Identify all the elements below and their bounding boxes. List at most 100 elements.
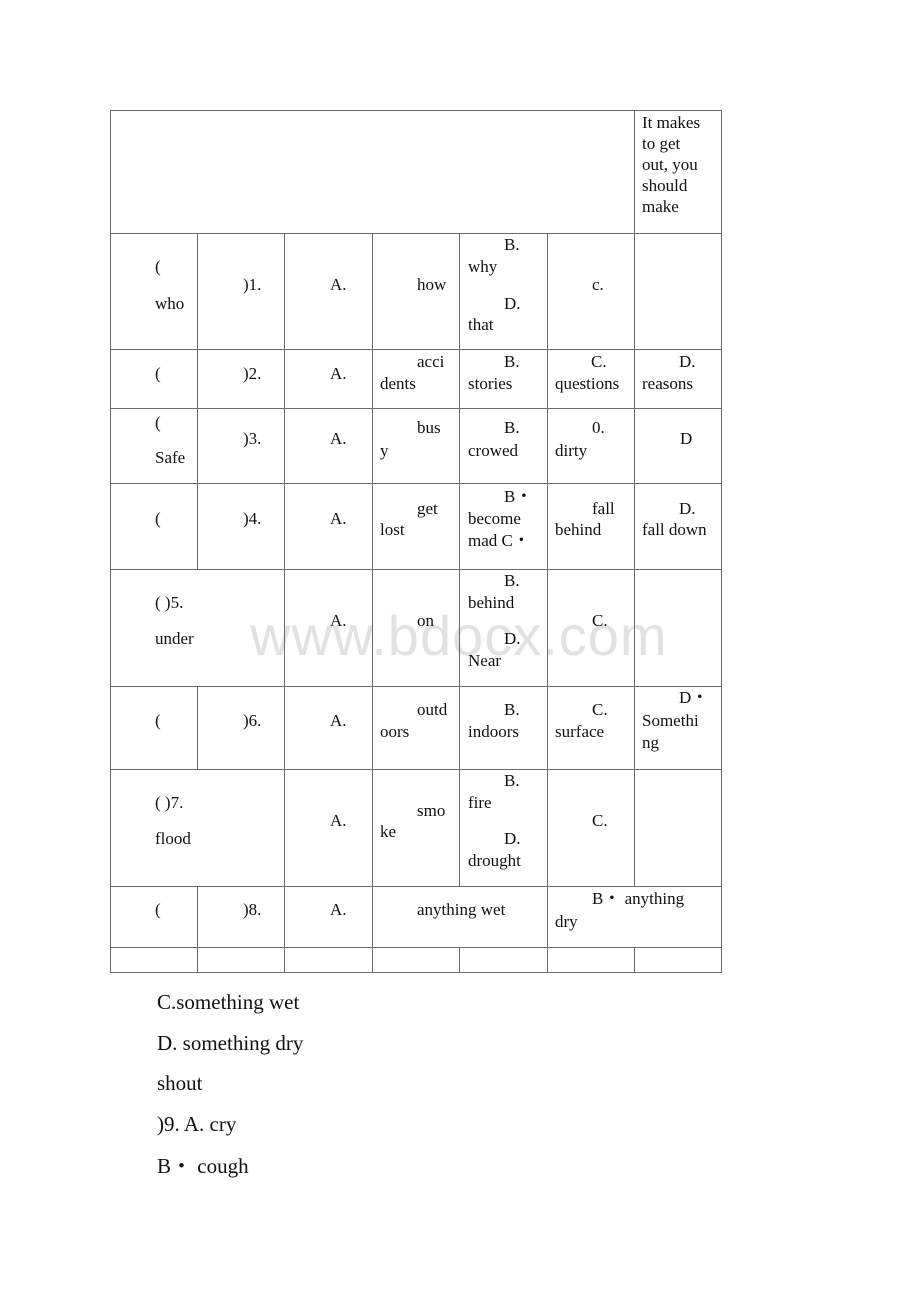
q6-number: )6. [243, 711, 262, 730]
q2-option-a-text-cont: dents [380, 374, 416, 393]
q4-paren: ( [155, 509, 161, 528]
header-cell: It makes to get out, you should make [642, 112, 700, 217]
table-border-bottom [110, 972, 722, 973]
row-divider [110, 483, 722, 484]
header-line: make [642, 197, 679, 216]
q5-option-b-text: behind [468, 593, 515, 612]
q7-option-a-label: A. [330, 811, 347, 830]
q5-option-a-label: A. [330, 611, 347, 630]
q7-option-b-text: fire [468, 793, 492, 812]
q2-paren: ( [155, 364, 161, 383]
q1-option-d-label: D. [504, 294, 521, 313]
q3-option-b-label: B. [504, 418, 520, 437]
col-divider [197, 686, 198, 769]
header-line: out, you [642, 155, 698, 174]
q6-option-a-label: A. [330, 711, 347, 730]
row-divider [110, 686, 722, 687]
q4-option-a-text: get [417, 499, 438, 518]
col-divider [372, 233, 373, 972]
option-b-line: B・ cough [157, 1154, 249, 1178]
col-divider [634, 110, 635, 233]
q6-option-a-text-cont: oors [380, 722, 410, 741]
col-divider [634, 233, 635, 886]
q5-option-a-text: on [417, 611, 434, 630]
col-divider [284, 233, 285, 972]
q2-option-d-label: D. [679, 352, 696, 371]
row-divider [110, 233, 722, 234]
q6-option-b-text: indoors [468, 722, 519, 741]
q1-number: )1. [243, 275, 262, 294]
option-d-line: D. something dry [157, 1031, 304, 1055]
q6-paren: ( [155, 711, 161, 730]
q3-extra: Safe [155, 448, 186, 467]
question-9-line: )9. A. cry [157, 1112, 237, 1136]
row-divider [110, 947, 722, 948]
table-border-right [721, 110, 722, 973]
q6-option-d-label: D・ [679, 688, 709, 707]
q2-option-b-text: stories [468, 374, 513, 393]
q2-option-a-text: acci [417, 352, 445, 371]
q3-option-a-text-cont: y [380, 441, 389, 460]
q4-option-a-label: A. [330, 509, 347, 528]
q8-option-b-text-cont: dry [555, 912, 578, 931]
q5-option-b-label: B. [504, 571, 520, 590]
q4-option-b-label: B・ [504, 487, 533, 506]
q7-option-a-text: smo [417, 801, 446, 820]
q1-option-a-text: how [417, 275, 447, 294]
q6-option-d-text-cont: ng [642, 733, 659, 752]
q2-option-d-text: reasons [642, 374, 693, 393]
q6-option-a-text: outd [417, 700, 448, 719]
header-line: It makes [642, 113, 701, 132]
q4-option-b-text: become [468, 509, 521, 528]
q6-option-d-text: Somethi [642, 711, 699, 730]
col-divider [459, 233, 460, 886]
q2-option-c-label: C. [591, 352, 607, 371]
q7-option-d-text: drought [468, 851, 521, 870]
header-line: to get [642, 134, 681, 153]
q7-option-b-label: B. [504, 771, 520, 790]
quiz-table: It makes to get out, you should make ( w… [110, 110, 722, 973]
q2-option-c-text: questions [555, 374, 620, 393]
q5-option-d-text: Near [468, 651, 502, 670]
q8-number: )8. [243, 900, 262, 919]
q8-option-b-text: B・ anything [592, 889, 685, 908]
q1-extra: who [155, 294, 185, 313]
q2-option-a-label: A. [330, 364, 347, 383]
q1-paren: ( [155, 257, 161, 276]
q5-extra: under [155, 629, 194, 648]
q6-option-c-text: surface [555, 722, 605, 741]
option-c-line: C.something wet [157, 990, 300, 1014]
shout-line: shout [157, 1071, 203, 1095]
q8-paren: ( [155, 900, 161, 919]
q3-option-c-label: 0. [592, 418, 605, 437]
col-divider [197, 233, 198, 569]
col-divider [197, 886, 198, 972]
col-divider [459, 947, 460, 972]
q2-number: )2. [243, 364, 262, 383]
q4-option-d-text: fall down [642, 520, 707, 539]
q1-option-a-label: A. [330, 275, 347, 294]
q8-option-a-text: anything wet [417, 900, 506, 919]
q1-option-b-label: B. [504, 235, 520, 254]
row-divider [110, 569, 722, 570]
col-divider [634, 947, 635, 972]
q4-option-a-text-cont: lost [380, 520, 405, 539]
q7-extra: flood [155, 829, 191, 848]
q3-option-c-text: dirty [555, 441, 588, 460]
q2-option-b-label: B. [504, 352, 520, 371]
q4-option-c-text: fall [592, 499, 615, 518]
q4-option-b-text-cont: mad C・ [468, 531, 530, 550]
q5-number: ( )5. [155, 593, 184, 612]
q7-option-a-text-cont: ke [380, 822, 397, 841]
q4-option-d-label: D. [679, 499, 696, 518]
q4-option-c-text-cont: behind [555, 520, 602, 539]
q3-option-d-label: D [680, 429, 693, 448]
row-divider [110, 769, 722, 770]
q3-paren: ( [155, 413, 161, 432]
table-border-top [110, 110, 722, 111]
q7-option-c-label: C. [592, 811, 608, 830]
q3-option-a-label: A. [330, 429, 347, 448]
q6-option-c-label: C. [592, 700, 608, 719]
q5-option-d-label: D. [504, 629, 521, 648]
q1-option-d-text: that [468, 315, 494, 334]
